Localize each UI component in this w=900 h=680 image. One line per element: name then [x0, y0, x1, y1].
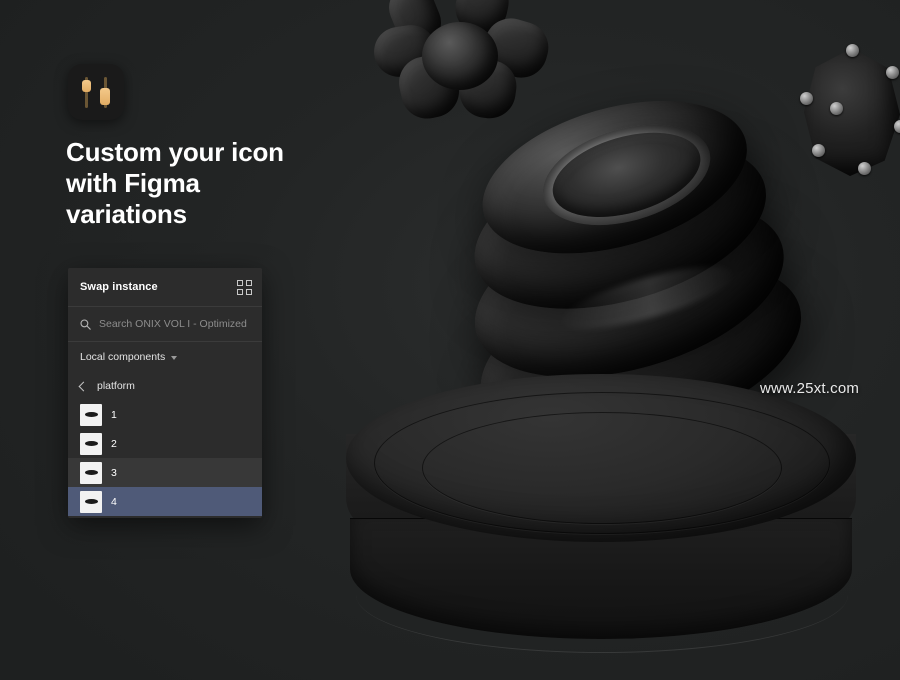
list-item[interactable]: 3 [68, 458, 262, 487]
component-thumbnail [80, 490, 102, 513]
watermark: www.25xt.com [760, 380, 860, 397]
app-icon [68, 64, 124, 120]
breadcrumb-label: platform [97, 380, 135, 392]
component-list: 1 2 3 4 [68, 400, 262, 518]
grid-cell [246, 279, 252, 286]
list-item-label: 4 [111, 495, 117, 508]
polyhedron-node [858, 162, 871, 175]
slider-knob-right [100, 88, 110, 105]
polyhedron-node [846, 44, 859, 57]
cylindrical-podium-3d-object [330, 368, 870, 668]
grid-cell [237, 288, 243, 295]
polyhedron-node [830, 102, 843, 115]
podium-rim-light [356, 556, 848, 653]
list-item[interactable]: 2 [68, 429, 262, 458]
grid-view-icon[interactable] [237, 279, 252, 295]
component-thumbnail [80, 432, 102, 455]
list-item-label: 2 [111, 437, 117, 450]
polyhedron-node [886, 66, 899, 79]
swap-instance-panel: Swap instance Search ONIX VOL I - Optimi… [68, 268, 262, 518]
component-thumbnail [80, 461, 102, 484]
search-placeholder: Search ONIX VOL I - Optimized [99, 318, 247, 330]
list-item[interactable]: 1 [68, 400, 262, 429]
polyhedron-node [812, 144, 825, 157]
panel-title: Swap instance [80, 281, 158, 293]
search-icon [80, 318, 91, 330]
polyhedron-node [800, 92, 813, 105]
list-item-label: 1 [111, 408, 117, 421]
search-input[interactable]: Search ONIX VOL I - Optimized [68, 307, 262, 342]
component-thumbnail [80, 403, 102, 426]
local-components-section[interactable]: Local components [68, 342, 262, 372]
slider-knob-left [82, 80, 91, 92]
podium-groove [422, 412, 782, 524]
jack-core [422, 22, 498, 90]
chevron-left-icon[interactable] [78, 381, 89, 391]
list-item-label: 3 [111, 466, 117, 479]
faceted-polyhedron-3d-object [798, 44, 900, 180]
breadcrumb[interactable]: platform [68, 372, 262, 400]
grid-cell [237, 279, 243, 286]
chevron-down-icon [171, 356, 178, 360]
local-components-label: Local components [80, 351, 166, 363]
polyhedron-node [894, 120, 900, 133]
page-title: Custom your icon with Figma variations [66, 137, 284, 229]
panel-header: Swap instance [68, 268, 262, 307]
list-item[interactable]: 4 [68, 487, 262, 516]
jack-cross-3d-object [370, 0, 555, 124]
grid-cell [246, 288, 252, 295]
